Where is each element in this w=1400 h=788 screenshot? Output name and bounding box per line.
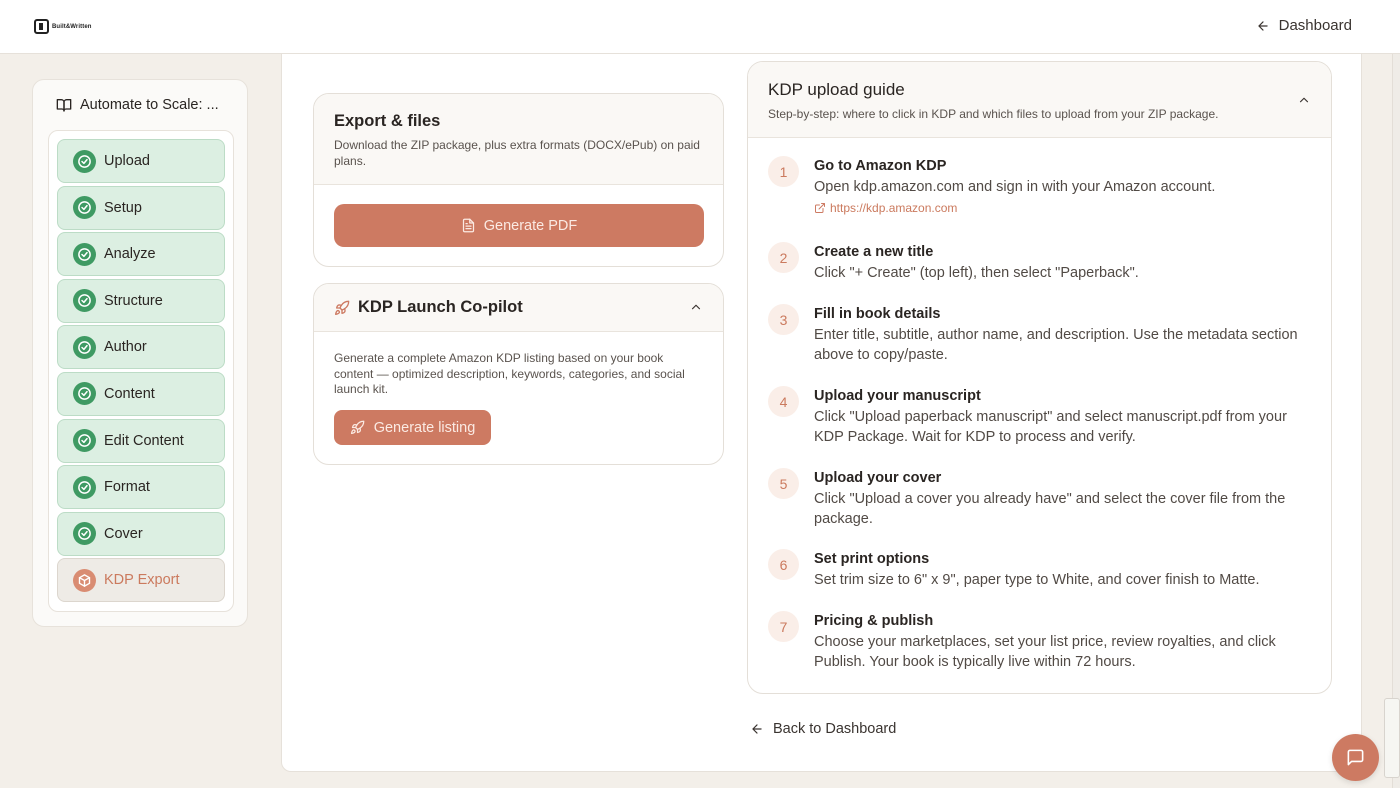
export-card-header: Export & files Download the ZIP package,… — [314, 94, 723, 185]
export-files-card: Export & files Download the ZIP package,… — [313, 93, 724, 267]
export-title: Export & files — [334, 112, 441, 130]
step-title: Create a new title — [814, 244, 934, 260]
step-label: Cover — [104, 525, 143, 542]
step-title: Fill in book details — [814, 306, 941, 322]
launch-title: KDP Launch Co-pilot — [358, 298, 523, 316]
logo-text: Built&Written — [52, 23, 92, 30]
launch-copilot-card: KDP Launch Co-pilot Generate a complete … — [313, 283, 724, 465]
step-title: Set print options — [814, 551, 930, 567]
step-title: Pricing & publish — [814, 613, 934, 629]
step-number: 3 — [768, 304, 799, 335]
page-scrollbar[interactable] — [1392, 54, 1400, 788]
step-format[interactable]: Format — [57, 465, 225, 510]
check-circle-icon — [73, 149, 96, 173]
step-structure[interactable]: Structure — [57, 278, 225, 323]
workflow-sidebar: Automate to Scale: ... Upload Setup Anal… — [32, 79, 248, 627]
generate-listing-button[interactable]: Generate listing — [334, 410, 491, 445]
guide-description: Step-by-step: where to click in KDP and … — [768, 107, 1219, 121]
message-square-icon — [1347, 749, 1364, 766]
export-description: Download the ZIP package, plus extra for… — [334, 138, 700, 168]
step-analyze[interactable]: Analyze — [57, 232, 225, 277]
step-body: Set trim size to 6" x 9", paper type to … — [814, 572, 1260, 588]
top-bar: Built&Written Dashboard — [0, 0, 1400, 54]
step-title: Upload your cover — [814, 470, 942, 486]
step-number: 1 — [768, 156, 799, 187]
step-content[interactable]: Content — [57, 371, 225, 416]
launch-card-header[interactable]: KDP Launch Co-pilot — [314, 284, 723, 332]
step-setup[interactable]: Setup — [57, 185, 225, 230]
project-title: Automate to Scale: ... — [56, 97, 219, 113]
arrow-left-icon — [752, 724, 762, 734]
guide-card-header[interactable]: KDP upload guide Step-by-step: where to … — [748, 62, 1331, 138]
rocket-icon — [335, 300, 350, 315]
step-number: 2 — [768, 242, 799, 273]
step-upload[interactable]: Upload — [57, 139, 225, 183]
back-to-dashboard-label: Back to Dashboard — [773, 721, 897, 737]
kdp-upload-guide-card: KDP upload guide Step-by-step: where to … — [747, 61, 1332, 694]
kdp-external-link[interactable]: https://kdp.amazon.com — [814, 201, 1309, 215]
guide-title: KDP upload guide — [768, 80, 905, 99]
step-edit-content[interactable]: Edit Content — [57, 418, 225, 463]
check-circle-icon — [73, 522, 96, 546]
step-label: Analyze — [104, 246, 156, 263]
generate-pdf-button[interactable]: Generate PDF — [334, 204, 704, 247]
step-label: Edit Content — [104, 432, 184, 449]
book-open-icon — [56, 99, 72, 112]
scrollbar-thumb[interactable] — [1384, 698, 1400, 778]
rocket-icon — [350, 420, 365, 435]
step-label: Content — [104, 385, 155, 402]
step-label: Upload — [104, 153, 150, 169]
check-circle-icon — [73, 382, 96, 406]
check-circle-icon — [73, 289, 96, 313]
step-label: Format — [104, 479, 150, 496]
project-title-text: Automate to Scale: ... — [80, 97, 219, 113]
package-icon — [73, 568, 96, 592]
step-kdp-export[interactable]: KDP Export — [57, 558, 225, 603]
step-label: Author — [104, 339, 147, 356]
step-label: KDP Export — [104, 572, 180, 589]
step-title: Upload your manuscript — [814, 388, 981, 404]
step-body: Click "+ Create" (top left), then select… — [814, 265, 1139, 281]
generate-listing-label: Generate listing — [373, 419, 476, 436]
file-text-icon — [462, 218, 474, 233]
check-circle-icon — [73, 335, 96, 359]
step-number: 7 — [768, 611, 799, 642]
back-to-dashboard-link[interactable]: Back to Dashboard — [750, 721, 896, 737]
chevron-up-icon[interactable] — [689, 300, 703, 314]
workflow-step-list: Upload Setup Analyze Structure Author Co… — [48, 130, 234, 612]
step-body: Choose your marketplaces, set your list … — [814, 634, 1276, 670]
generate-pdf-label: Generate PDF — [483, 217, 578, 234]
step-label: Setup — [104, 199, 142, 216]
dashboard-link[interactable]: Dashboard — [1256, 17, 1352, 34]
step-body: Click "Upload paperback manuscript" and … — [814, 409, 1287, 445]
check-circle-icon — [73, 475, 96, 499]
chevron-up-icon[interactable] — [1297, 93, 1311, 107]
step-body: Click "Upload a cover you already have" … — [814, 491, 1286, 527]
step-body: Enter title, subtitle, author name, and … — [814, 327, 1298, 363]
external-link-icon — [815, 202, 825, 213]
step-number: 4 — [768, 386, 799, 417]
step-cover[interactable]: Cover — [57, 511, 225, 556]
step-author[interactable]: Author — [57, 325, 225, 370]
step-number: 5 — [768, 468, 799, 499]
dashboard-link-label: Dashboard — [1278, 17, 1352, 34]
check-circle-icon — [73, 196, 96, 220]
launch-description: Generate a complete Amazon KDP listing b… — [334, 351, 685, 396]
brand-logo[interactable]: Built&Written — [34, 19, 92, 34]
main-panel: Export & files Download the ZIP package,… — [281, 54, 1362, 772]
step-title: Go to Amazon KDP — [814, 158, 947, 174]
check-circle-icon — [73, 429, 96, 453]
logo-icon — [34, 19, 49, 34]
step-label: Structure — [104, 292, 163, 309]
step-number: 6 — [768, 549, 799, 580]
step-body: Open kdp.amazon.com and sign in with you… — [814, 179, 1216, 195]
kdp-link-text: https://kdp.amazon.com — [830, 200, 958, 215]
chat-button[interactable] — [1332, 734, 1379, 781]
arrow-left-icon — [1257, 20, 1268, 31]
check-circle-icon — [73, 242, 96, 266]
